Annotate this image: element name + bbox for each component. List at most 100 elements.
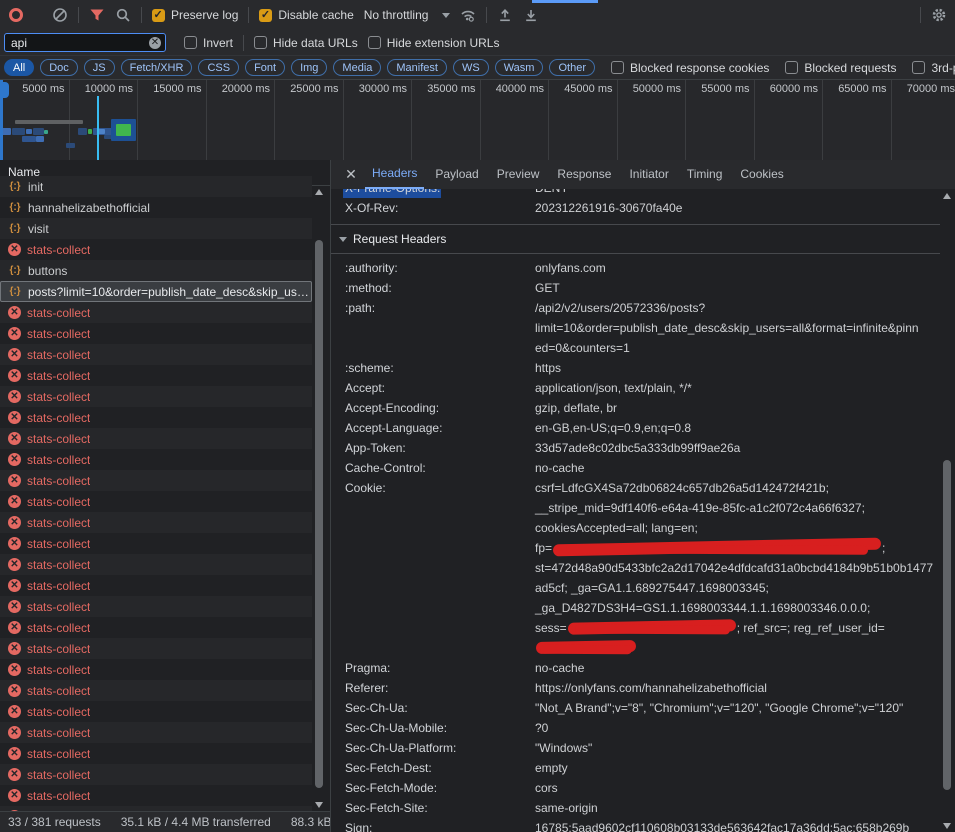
tab-cookies[interactable]: Cookies: [733, 160, 790, 189]
search-icon[interactable]: [115, 7, 131, 23]
request-row[interactable]: ✕stats-collect: [0, 701, 312, 722]
preserve-log-checkbox[interactable]: [152, 9, 165, 22]
timeline-overview[interactable]: 5000 ms10000 ms15000 ms20000 ms25000 ms3…: [0, 80, 955, 161]
filter-icon[interactable]: [89, 7, 105, 23]
hide-extension-urls-toggle[interactable]: Hide extension URLs: [368, 36, 500, 50]
toggle-3rd-party-requests[interactable]: 3rd-party requests: [912, 61, 955, 75]
request-row[interactable]: ✕stats-collect: [0, 428, 312, 449]
tab-initiator[interactable]: Initiator: [622, 160, 675, 189]
gear-icon[interactable]: [931, 7, 947, 23]
header-value: csrf=LdfcGX4Sa72db06824c657db26a5d142472…: [535, 478, 940, 658]
request-row[interactable]: ✕stats-collect: [0, 575, 312, 596]
filter-chip-font[interactable]: Font: [245, 59, 285, 76]
waterfall-bar: [12, 128, 25, 135]
details-scrollbar[interactable]: [940, 190, 954, 832]
request-header-row: Sec-Fetch-Dest:empty: [331, 758, 940, 778]
request-row[interactable]: ✕stats-collect: [0, 407, 312, 428]
scroll-up-icon[interactable]: [315, 189, 323, 195]
toggle-blocked-response-cookies[interactable]: Blocked response cookies: [611, 61, 769, 75]
filter-chip-ws[interactable]: WS: [453, 59, 489, 76]
close-icon[interactable]: ✕: [341, 166, 361, 183]
hide-extension-urls-checkbox[interactable]: [368, 36, 381, 49]
filter-chip-img[interactable]: Img: [291, 59, 327, 76]
chevron-down-icon: [442, 13, 450, 18]
toolbar-separator: [243, 35, 244, 51]
request-header-row: Accept-Language:en-GB,en-US;q=0.9,en;q=0…: [331, 418, 940, 438]
hide-extension-urls-label: Hide extension URLs: [387, 36, 500, 50]
export-har-icon[interactable]: [523, 7, 539, 23]
request-header-row: :scheme:https: [331, 358, 940, 378]
record-icon[interactable]: [8, 7, 24, 23]
checkbox[interactable]: [912, 61, 925, 74]
header-value: no-cache: [535, 458, 940, 478]
scrollbar-thumb[interactable]: [943, 460, 951, 790]
filter-input[interactable]: api ✕: [4, 33, 166, 52]
request-row[interactable]: ✕stats-collect: [0, 449, 312, 470]
filter-chip-other[interactable]: Other: [549, 59, 595, 76]
request-row[interactable]: ✕stats-collect: [0, 680, 312, 701]
request-row[interactable]: {:}buttons: [0, 260, 312, 281]
preserve-log-toggle[interactable]: Preserve log: [152, 8, 238, 22]
request-row[interactable]: ✕stats-collect: [0, 386, 312, 407]
clear-icon[interactable]: [52, 7, 68, 23]
request-row[interactable]: ✕stats-collect: [0, 239, 312, 260]
filter-chip-js[interactable]: JS: [84, 59, 115, 76]
invert-toggle[interactable]: Invert: [184, 36, 233, 50]
filter-chip-manifest[interactable]: Manifest: [387, 59, 447, 76]
request-row[interactable]: ✕stats-collect: [0, 743, 312, 764]
tab-response[interactable]: Response: [550, 160, 618, 189]
request-row[interactable]: ✕stats-collect: [0, 596, 312, 617]
tab-payload[interactable]: Payload: [428, 160, 485, 189]
request-row[interactable]: ✕stats-collect: [0, 722, 312, 743]
request-row[interactable]: {:}init: [0, 176, 312, 197]
request-row[interactable]: ✕stats-collect: [0, 491, 312, 512]
request-row[interactable]: {:}hannahelizabethofficial: [0, 197, 312, 218]
hide-data-urls-checkbox[interactable]: [254, 36, 267, 49]
request-headers-section[interactable]: Request Headers: [331, 227, 940, 251]
disable-cache-checkbox[interactable]: [259, 9, 272, 22]
request-row[interactable]: {:}visit: [0, 218, 312, 239]
request-row[interactable]: ✕stats-collect: [0, 764, 312, 785]
checkbox[interactable]: [785, 61, 798, 74]
request-row[interactable]: ✕stats-collect: [0, 470, 312, 491]
header-name: Sec-Ch-Ua:: [331, 698, 535, 718]
tab-headers[interactable]: Headers: [365, 160, 424, 189]
toggle-blocked-requests[interactable]: Blocked requests: [785, 61, 896, 75]
request-row[interactable]: ✕stats-collect: [0, 638, 312, 659]
request-row[interactable]: ✕stats-collect: [0, 533, 312, 554]
request-row[interactable]: ✕stats-collect: [0, 344, 312, 365]
request-row[interactable]: ✕stats-collect: [0, 659, 312, 680]
disable-cache-toggle[interactable]: Disable cache: [259, 8, 353, 22]
filter-chip-doc[interactable]: Doc: [40, 59, 78, 76]
filter-chip-css[interactable]: CSS: [198, 59, 239, 76]
tab-timing[interactable]: Timing: [680, 160, 730, 189]
checkbox[interactable]: [611, 61, 624, 74]
filter-chip-wasm[interactable]: Wasm: [495, 59, 544, 76]
request-row[interactable]: ✕stats-collect: [0, 785, 312, 806]
request-row[interactable]: ✕stats-collect: [0, 365, 312, 386]
hide-data-urls-toggle[interactable]: Hide data URLs: [254, 36, 358, 50]
throttling-select[interactable]: No throttling: [364, 8, 451, 22]
scroll-up-icon[interactable]: [943, 193, 951, 199]
clear-filter-icon[interactable]: ✕: [149, 37, 161, 49]
tab-preview[interactable]: Preview: [490, 160, 547, 189]
scroll-down-icon[interactable]: [315, 802, 323, 808]
header-name: X-Frame-Options:: [331, 189, 535, 198]
scroll-down-icon[interactable]: [943, 823, 951, 829]
scrollbar-thumb[interactable]: [315, 240, 323, 788]
request-row[interactable]: ✕stats-collect: [0, 302, 312, 323]
request-row[interactable]: ✕stats-collect: [0, 554, 312, 575]
request-row[interactable]: {:}posts?limit=10&order=publish_date_des…: [0, 281, 312, 302]
overview-drag-handle[interactable]: [0, 82, 9, 98]
filter-chip-fetch-xhr[interactable]: Fetch/XHR: [121, 59, 193, 76]
invert-checkbox[interactable]: [184, 36, 197, 49]
request-row[interactable]: ✕stats-collect: [0, 512, 312, 533]
request-row[interactable]: ✕stats-collect: [0, 323, 312, 344]
network-conditions-icon[interactable]: [460, 7, 476, 23]
request-row[interactable]: ✕stats-collect: [0, 617, 312, 638]
filter-chip-media[interactable]: Media: [333, 59, 381, 76]
request-list-scrollbar[interactable]: [312, 186, 326, 811]
filter-chip-all[interactable]: All: [4, 59, 34, 76]
header-name: Referer:: [331, 678, 535, 698]
import-har-icon[interactable]: [497, 7, 513, 23]
